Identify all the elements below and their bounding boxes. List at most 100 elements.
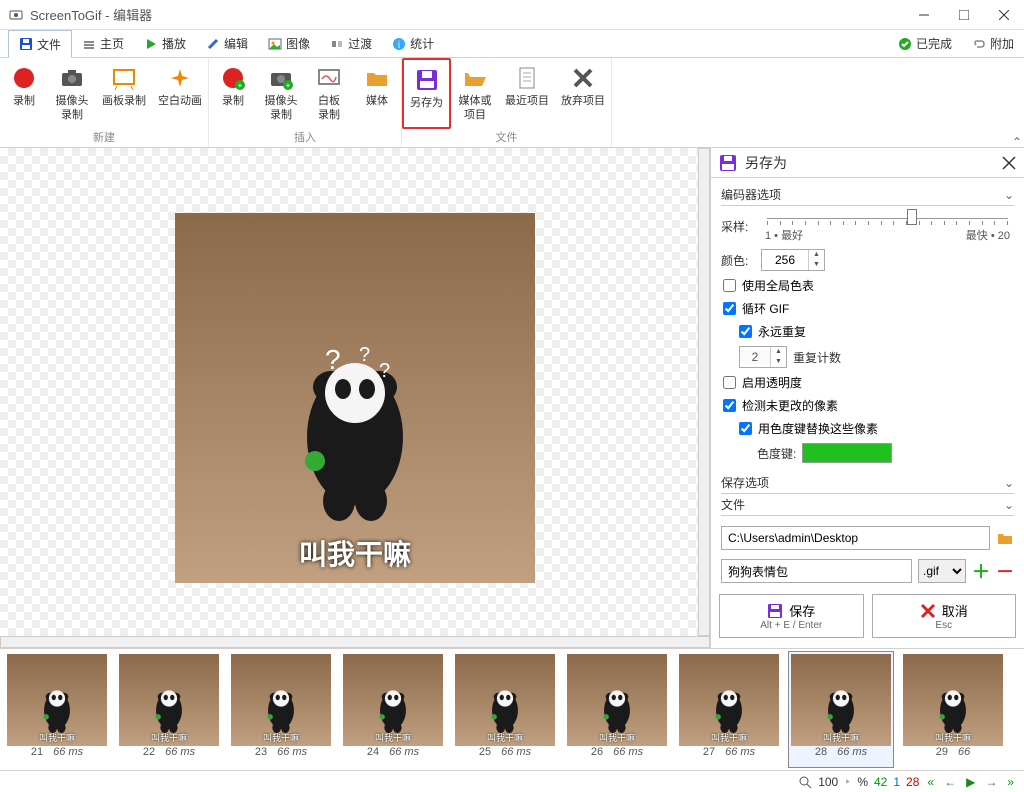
title-bar: ScreenToGif - 编辑器 xyxy=(0,0,1024,30)
spin-down[interactable]: ▼ xyxy=(808,260,824,270)
save-icon xyxy=(767,603,783,619)
whiteboard-icon xyxy=(316,65,342,91)
camera-icon xyxy=(59,65,85,91)
first-button[interactable]: « xyxy=(925,775,936,789)
svg-text:?: ? xyxy=(379,360,390,382)
maximize-button[interactable] xyxy=(944,0,984,30)
browse-folder-button[interactable] xyxy=(996,529,1014,547)
status-done[interactable]: 已完成 xyxy=(888,30,962,57)
preview-caption: 叫我干嘛 xyxy=(175,533,535,573)
frame-thumb[interactable]: 叫我干嘛2466 ms xyxy=(340,651,446,768)
blank-button[interactable]: 空白动画 xyxy=(152,58,208,129)
sampling-slider[interactable] xyxy=(767,209,1008,227)
media-or-project-button[interactable]: 媒体或 项目 xyxy=(451,58,499,129)
v-scrollbar[interactable] xyxy=(698,148,710,636)
close-icon xyxy=(1002,156,1016,170)
tab-file[interactable]: 文件 xyxy=(8,30,72,58)
panel-close-button[interactable] xyxy=(1002,156,1016,170)
board-record-button[interactable]: 画板录制 xyxy=(96,58,152,129)
repeat-forever-checkbox[interactable]: 永远重复 xyxy=(721,320,1014,343)
frame-thumb[interactable]: 叫我干嘛2166 ms xyxy=(4,651,110,768)
play-button[interactable]: ▶ xyxy=(964,775,977,789)
current-frame: 28 xyxy=(906,775,919,789)
loop-gif-checkbox[interactable]: 循环 GIF xyxy=(721,297,1014,320)
svg-text:+: + xyxy=(238,81,243,90)
global-palette-checkbox[interactable]: 使用全局色表 xyxy=(721,274,1014,297)
folder-icon xyxy=(364,65,390,91)
last-button[interactable]: » xyxy=(1005,775,1016,789)
recent-button[interactable]: 最近项目 xyxy=(499,58,555,129)
record-button[interactable]: 录制 xyxy=(0,58,48,129)
image-icon xyxy=(268,37,282,51)
insert-record-button[interactable]: +录制 xyxy=(209,58,257,129)
add-button[interactable]: ＋ xyxy=(972,558,990,584)
frame-thumb[interactable]: 叫我干嘛2766 ms xyxy=(676,651,782,768)
frame-thumb[interactable]: 叫我干嘛2566 ms xyxy=(452,651,558,768)
tab-home[interactable]: 主页 xyxy=(72,30,134,57)
sparkle-icon xyxy=(167,65,193,91)
record-icon xyxy=(11,65,37,91)
svg-text:i: i xyxy=(398,40,400,51)
canvas-area[interactable]: ??? 叫我干嘛 xyxy=(0,148,710,648)
home-icon xyxy=(82,37,96,51)
ribbon: 录制 摄像头 录制 画板录制 空白动画 新建 +录制 +摄像头 录制 白板 录制… xyxy=(0,58,1024,148)
x-icon xyxy=(570,65,596,91)
path-input[interactable] xyxy=(721,526,990,550)
save-icon xyxy=(719,154,737,172)
insert-camera-button[interactable]: +摄像头 录制 xyxy=(257,58,305,129)
board-icon xyxy=(111,65,137,91)
cancel-button[interactable]: 取消 Esc xyxy=(872,594,1017,638)
preview-frame: ??? 叫我干嘛 xyxy=(175,213,535,583)
discard-button[interactable]: 放弃项目 xyxy=(555,58,611,129)
chroma-color-swatch[interactable] xyxy=(802,443,892,463)
ribbon-group-new: 录制 摄像头 录制 画板录制 空白动画 新建 xyxy=(0,58,209,147)
save-as-panel: 另存为 编码器选项⌄ 采样: 1 • 最好最快 • 20 颜色: ▲▼ xyxy=(710,148,1024,648)
frame-thumb[interactable]: 叫我干嘛2366 ms xyxy=(228,651,334,768)
encoder-section-header[interactable]: 编码器选项⌄ xyxy=(721,184,1014,206)
h-scrollbar[interactable] xyxy=(0,636,710,648)
collapse-ribbon-button[interactable]: ⌃ xyxy=(1012,135,1022,149)
insert-media-button[interactable]: 媒体 xyxy=(353,58,401,129)
save-button[interactable]: 保存 Alt + E / Enter xyxy=(719,594,864,638)
minimize-button[interactable] xyxy=(904,0,944,30)
status-bar: 100 ‣ % 42 1 28 « ← ▶ → » xyxy=(0,770,1024,792)
chevron-down-icon: ⌄ xyxy=(1004,476,1014,490)
frame-thumb[interactable]: 叫我干嘛2666 ms xyxy=(564,651,670,768)
status-attach[interactable]: 附加 xyxy=(962,30,1024,57)
ribbon-group-insert: +录制 +摄像头 录制 白板 录制 媒体 插入 xyxy=(209,58,402,147)
x-icon xyxy=(920,603,936,619)
frame-thumb[interactable]: 叫我干嘛2966 xyxy=(900,651,1006,768)
folder-open-icon xyxy=(462,65,488,91)
color-count-input[interactable]: ▲▼ xyxy=(761,249,825,271)
filename-input[interactable] xyxy=(721,559,912,583)
tab-stats[interactable]: i统计 xyxy=(382,30,444,57)
prev-button[interactable]: ← xyxy=(942,775,958,789)
chevron-down-icon: ⌄ xyxy=(1004,498,1014,512)
save-as-button[interactable]: 另存为 xyxy=(402,58,451,129)
tab-transition[interactable]: 过渡 xyxy=(320,30,382,57)
transition-icon xyxy=(330,37,344,51)
tab-edit[interactable]: 编辑 xyxy=(196,30,258,57)
frame-thumb[interactable]: 叫我干嘛2266 ms xyxy=(116,651,222,768)
svg-text:+: + xyxy=(286,81,291,90)
zoom-icon xyxy=(798,775,812,789)
next-button[interactable]: → xyxy=(983,775,999,789)
detect-unchanged-checkbox[interactable]: 检测未更改的像素 xyxy=(721,394,1014,417)
spin-up[interactable]: ▲ xyxy=(808,250,824,260)
frame-thumb[interactable]: 叫我干嘛2866 ms xyxy=(788,651,894,768)
attach-icon xyxy=(972,37,986,51)
file-section-header[interactable]: 文件⌄ xyxy=(721,494,1014,516)
transparency-checkbox[interactable]: 启用透明度 xyxy=(721,371,1014,394)
replace-chroma-checkbox[interactable]: 用色度键替换这些像素 xyxy=(721,417,1014,440)
insert-whiteboard-button[interactable]: 白板 录制 xyxy=(305,58,353,129)
close-button[interactable] xyxy=(984,0,1024,30)
save-section-header[interactable]: 保存选项⌄ xyxy=(721,472,1014,494)
frame-timeline[interactable]: 叫我干嘛2166 ms叫我干嘛2266 ms叫我干嘛2366 ms叫我干嘛246… xyxy=(0,648,1024,770)
ext-select[interactable]: .gif xyxy=(918,559,966,583)
camera-record-button[interactable]: 摄像头 录制 xyxy=(48,58,96,129)
tab-play[interactable]: 播放 xyxy=(134,30,196,57)
check-icon xyxy=(898,37,912,51)
remove-button[interactable]: － xyxy=(996,558,1014,584)
repeat-count-input[interactable]: ▲▼ xyxy=(739,346,787,368)
tab-image[interactable]: 图像 xyxy=(258,30,320,57)
